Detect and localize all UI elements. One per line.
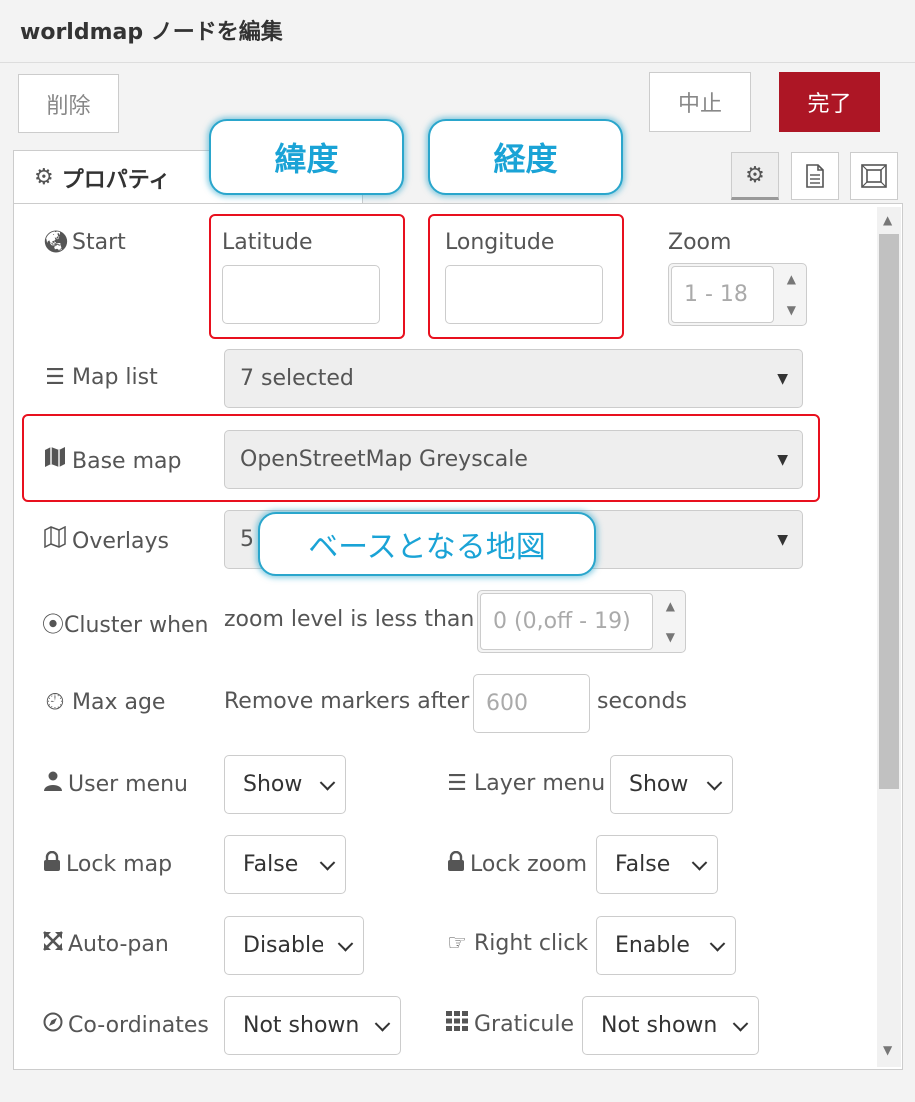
settings-tab-button[interactable]: ⚙ bbox=[731, 152, 779, 200]
overlays-label: Overlays bbox=[42, 525, 169, 554]
lock-map-select[interactable]: False bbox=[224, 835, 346, 894]
base-map-highlight bbox=[22, 414, 820, 502]
compass-icon bbox=[42, 1012, 64, 1038]
zoom-label: Zoom bbox=[668, 230, 732, 255]
dot-circle-icon: ⦿ bbox=[42, 613, 65, 638]
layer-menu-select[interactable]: Show bbox=[610, 755, 733, 814]
chevron-down-icon bbox=[706, 774, 723, 791]
cancel-button[interactable]: 中止 bbox=[649, 72, 751, 132]
coordinates-select[interactable]: Not shown bbox=[224, 996, 401, 1055]
clock-icon: 🕘︎ bbox=[46, 690, 64, 715]
delete-button[interactable]: 削除 bbox=[18, 74, 119, 133]
hamburger-icon: ☰ bbox=[447, 771, 467, 796]
chevron-down-icon bbox=[691, 854, 708, 871]
chevron-down-icon bbox=[732, 1015, 749, 1032]
grid-icon bbox=[444, 1011, 470, 1037]
scroll-down-arrow-icon[interactable]: ▼ bbox=[883, 1043, 892, 1057]
longitude-highlight bbox=[428, 214, 624, 339]
caret-down-icon: ▼ bbox=[777, 370, 788, 387]
cluster-zoom-stepper[interactable]: 0 (0,off - 19) ▲ ▼ bbox=[477, 590, 686, 653]
auto-pan-label: Auto-pan bbox=[42, 931, 169, 957]
layer-menu-label: ☰ Layer menu bbox=[444, 771, 605, 796]
user-menu-select[interactable]: Show bbox=[224, 755, 346, 814]
scrollbar-thumb[interactable] bbox=[879, 234, 899, 789]
chevron-down-icon bbox=[337, 935, 354, 952]
lock-zoom-select[interactable]: False bbox=[596, 835, 718, 894]
document-icon bbox=[806, 164, 824, 188]
description-tab-button[interactable] bbox=[791, 152, 839, 200]
expand-arrows-icon bbox=[42, 931, 64, 957]
dialog-title: worldmap ノードを編集 bbox=[20, 20, 283, 45]
scroll-up-arrow-icon[interactable]: ▲ bbox=[883, 213, 892, 227]
appearance-tab-button[interactable] bbox=[850, 152, 898, 200]
chevron-down-icon bbox=[374, 1015, 391, 1032]
start-label: 🌏︎Start bbox=[42, 230, 126, 255]
right-click-label: ☞ Right click bbox=[444, 931, 588, 956]
right-click-select[interactable]: Enable bbox=[596, 916, 736, 975]
list-icon: ☰ bbox=[45, 365, 65, 390]
latitude-highlight bbox=[209, 214, 405, 339]
max-age-unit: seconds bbox=[597, 689, 687, 714]
longitude-callout: 経度 bbox=[428, 119, 623, 195]
done-button[interactable]: 完了 bbox=[779, 72, 880, 132]
max-age-label: 🕘︎ Max age bbox=[42, 690, 165, 715]
tab-properties-label: プロパティ bbox=[61, 167, 171, 193]
hand-pointer-icon: ☞ bbox=[447, 931, 467, 956]
base-map-callout: ベースとなる地図 bbox=[258, 512, 596, 576]
chevron-down-icon[interactable]: ▼ bbox=[787, 303, 796, 317]
chevron-down-icon bbox=[709, 935, 726, 952]
chevron-down-icon bbox=[319, 774, 336, 791]
map-list-label: ☰ Map list bbox=[42, 365, 158, 390]
chevron-down-icon bbox=[319, 854, 336, 871]
auto-pan-select[interactable]: Disable bbox=[224, 916, 364, 975]
frame-icon bbox=[861, 164, 887, 188]
user-menu-label: User menu bbox=[42, 771, 188, 797]
lock-zoom-label: Lock zoom bbox=[446, 850, 587, 877]
overlays-value: 5 bbox=[240, 527, 254, 552]
graticule-label: Graticule bbox=[444, 1011, 574, 1037]
max-age-input[interactable]: 600 bbox=[473, 674, 590, 733]
caret-down-icon: ▼ bbox=[777, 531, 788, 548]
vertical-scrollbar[interactable]: ▲ ▼ bbox=[877, 207, 901, 1067]
globe-icon: 🌏︎ bbox=[42, 230, 70, 255]
map-outline-icon bbox=[42, 525, 68, 554]
gear-icon: ⚙ bbox=[34, 165, 54, 190]
graticule-select[interactable]: Not shown bbox=[582, 996, 759, 1055]
chevron-up-icon[interactable]: ▲ bbox=[666, 599, 675, 613]
cluster-label: ⦿Cluster when bbox=[42, 607, 209, 639]
cluster-text: zoom level is less than bbox=[224, 607, 475, 632]
user-icon bbox=[42, 771, 64, 797]
max-age-text: Remove markers after bbox=[224, 689, 470, 714]
zoom-stepper[interactable]: 1 - 18 ▲ ▼ bbox=[668, 263, 807, 326]
lock-icon bbox=[446, 850, 466, 877]
chevron-down-icon[interactable]: ▼ bbox=[666, 630, 675, 644]
lock-icon bbox=[42, 850, 62, 877]
chevron-up-icon[interactable]: ▲ bbox=[787, 272, 796, 286]
dialog-header: worldmap ノードを編集 bbox=[0, 0, 915, 63]
coordinates-label: Co-ordinates bbox=[42, 1012, 209, 1038]
zoom-input[interactable]: 1 - 18 bbox=[671, 266, 774, 323]
latitude-callout: 緯度 bbox=[209, 119, 404, 195]
map-list-select[interactable]: 7 selected ▼ bbox=[224, 349, 803, 408]
gear-icon: ⚙ bbox=[745, 162, 765, 188]
map-list-value: 7 selected bbox=[240, 366, 354, 391]
cluster-zoom-input[interactable]: 0 (0,off - 19) bbox=[480, 593, 653, 650]
lock-map-label: Lock map bbox=[42, 850, 172, 877]
